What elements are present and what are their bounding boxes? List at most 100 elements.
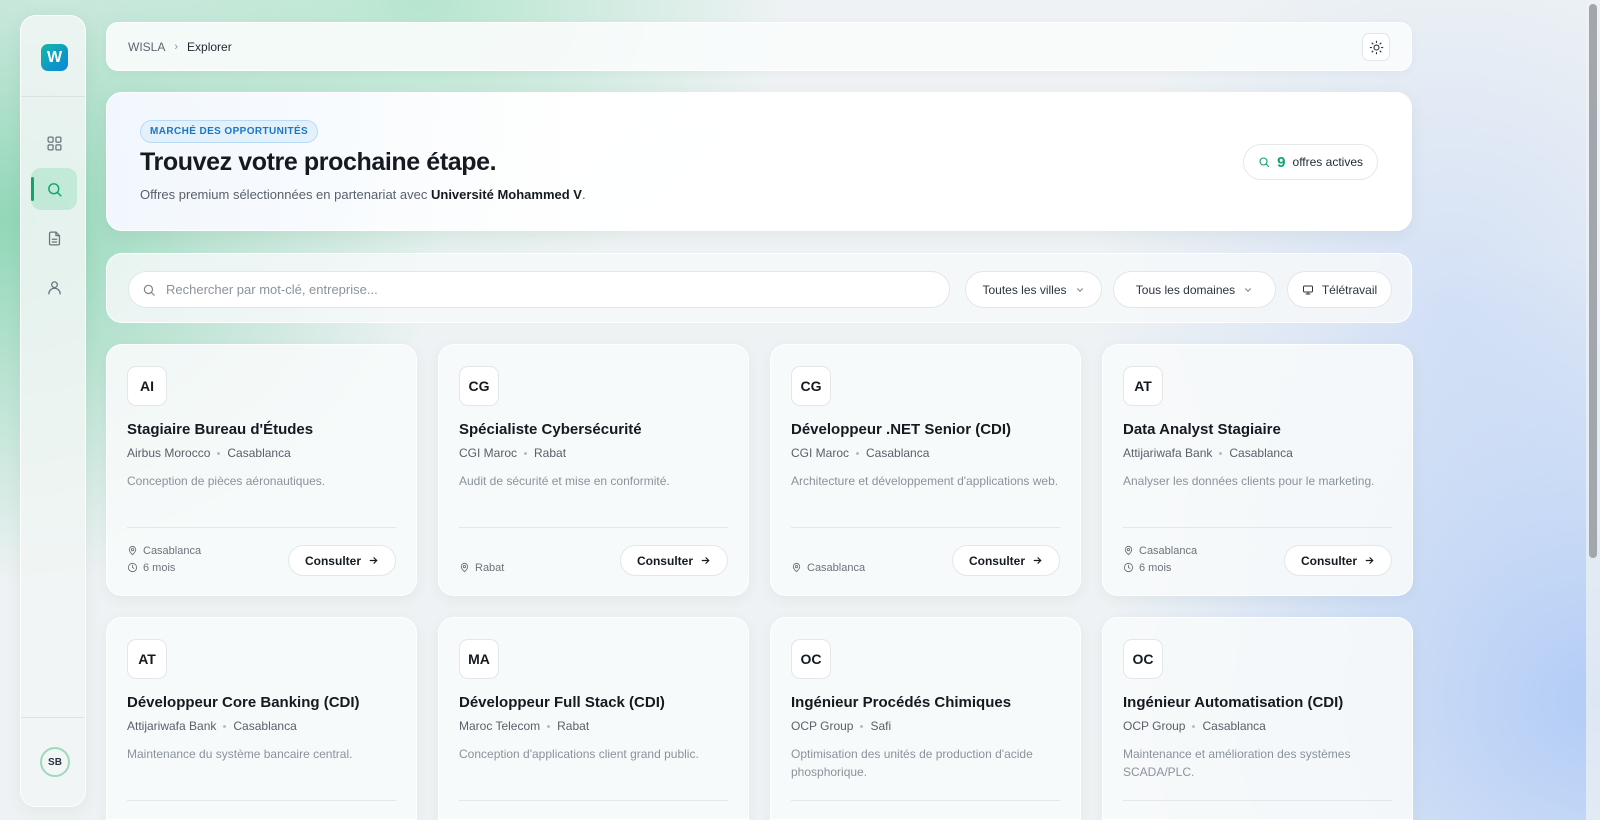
offer-title[interactable]: Développeur .NET Senior (CDI)	[791, 421, 1011, 438]
sidebar-item-dashboard[interactable]	[31, 122, 77, 164]
map-pin-icon	[792, 562, 801, 573]
offer-facts: Casablanca 6 mois	[127, 542, 201, 576]
chevron-down-icon	[1076, 287, 1083, 292]
card-divider	[791, 800, 1060, 801]
offer-city: Casablanca	[233, 719, 297, 733]
offer-description: Optimisation des unités de production d'…	[791, 747, 1033, 779]
search-box[interactable]	[128, 271, 950, 308]
offer-facts: Rabat	[459, 559, 504, 576]
offer-location-text: Casablanca	[143, 544, 202, 557]
grid-icon	[46, 135, 62, 151]
map-pin-icon	[128, 545, 137, 556]
page-subtitle: Offres premium sélectionnées en partenar…	[140, 187, 586, 202]
meta-separator	[856, 451, 860, 455]
sidebar-divider	[21, 96, 85, 97]
clock-icon	[127, 562, 138, 573]
city-filter-label: Toutes les villes	[982, 282, 1067, 297]
consult-button-label: Consulter	[636, 553, 693, 568]
active-offers-label: offres actives	[1292, 155, 1363, 169]
sidebar-item-applications[interactable]	[31, 217, 77, 259]
offer-description: Analyser les données clients pour le mar…	[1123, 474, 1375, 488]
user-icon	[47, 280, 61, 295]
offer-company: CGI Maroc	[459, 446, 518, 460]
offer-company: Attijariwafa Bank	[127, 719, 217, 733]
app-logo[interactable]: W	[41, 44, 68, 71]
offer-title[interactable]: Développeur Full Stack (CDI)	[459, 694, 665, 711]
offer-city: Casablanca	[227, 446, 291, 460]
scrollbar-thumb[interactable]	[1589, 4, 1597, 558]
offer-facts: Casablanca	[791, 559, 865, 576]
offer-company: Airbus Morocco	[127, 446, 211, 460]
offer-card[interactable]: MA Développeur Full Stack (CDI) Maroc Te…	[438, 617, 749, 820]
page-title: Trouvez votre prochaine étape.	[140, 148, 497, 176]
offer-card[interactable]: AT Data Analyst Stagiaire Attijariwafa B…	[1102, 344, 1413, 596]
offer-company: OCP Group	[791, 719, 854, 733]
consult-button[interactable]: Consulter	[951, 545, 1060, 576]
company-logo: OC	[1123, 639, 1163, 679]
offer-city: Casablanca	[1202, 719, 1266, 733]
sidebar-divider	[21, 717, 85, 718]
offer-facts: Casablanca 6 mois	[1123, 542, 1197, 576]
breadcrumb: WISLA › Explorer	[128, 40, 232, 54]
consult-button[interactable]: Consulter	[287, 545, 396, 576]
remote-filter-toggle[interactable]: Télétravail	[1287, 271, 1392, 308]
offer-description: Maintenance et amélioration des systèmes…	[1123, 747, 1351, 779]
theme-toggle-button[interactable]	[1362, 33, 1390, 61]
offer-location: Casablanca	[791, 559, 865, 576]
offer-card[interactable]: OC Ingénieur Automatisation (CDI) OCP Gr…	[1102, 617, 1413, 820]
consult-button[interactable]: Consulter	[1283, 545, 1392, 576]
offer-duration-text: 6 mois	[143, 561, 176, 574]
offer-title[interactable]: Spécialiste Cybersécurité	[459, 421, 642, 438]
consult-button-label: Consulter	[1300, 553, 1357, 568]
monitor-icon	[1302, 285, 1313, 294]
offer-title[interactable]: Data Analyst Stagiaire	[1123, 421, 1281, 438]
company-logo: AT	[127, 639, 167, 679]
company-logo: CG	[459, 366, 499, 406]
search-icon	[143, 284, 155, 296]
consult-button[interactable]: Consulter	[619, 545, 728, 576]
remote-filter-label: Télétravail	[1321, 282, 1378, 297]
card-divider	[791, 527, 1060, 528]
offer-city: Casablanca	[1229, 446, 1293, 460]
offer-duration: 6 mois	[127, 559, 201, 576]
page-scrollbar[interactable]	[1586, 0, 1600, 820]
offer-city: Rabat	[534, 446, 567, 460]
offer-card[interactable]: CG Développeur .NET Senior (CDI) CGI Mar…	[770, 344, 1081, 596]
offer-meta: OCP Group Casablanca	[1123, 719, 1266, 733]
offer-title[interactable]: Développeur Core Banking (CDI)	[127, 694, 360, 711]
card-divider	[459, 800, 728, 801]
company-logo: AT	[1123, 366, 1163, 406]
hero-panel: MARCHÉ DES OPPORTUNITÉS Trouvez votre pr…	[106, 92, 1412, 231]
offer-title[interactable]: Ingénieur Procédés Chimiques	[791, 694, 1011, 711]
company-logo: AI	[127, 366, 167, 406]
breadcrumb-root[interactable]: WISLA	[128, 40, 165, 54]
filter-bar: Toutes les villes Tous les domaines Télé…	[106, 253, 1412, 323]
card-divider	[459, 527, 728, 528]
active-offers-count: 9	[1277, 153, 1286, 171]
offer-description: Conception de pièces aéronautiques.	[127, 474, 326, 488]
offer-card[interactable]: AT Développeur Core Banking (CDI) Attija…	[106, 617, 417, 820]
meta-separator	[524, 451, 528, 455]
company-logo: OC	[791, 639, 831, 679]
offer-city: Safi	[870, 719, 892, 733]
search-input[interactable]	[166, 282, 926, 297]
offer-meta: OCP Group Safi	[791, 719, 891, 733]
domain-filter-dropdown[interactable]: Tous les domaines	[1113, 271, 1276, 308]
offer-location-text: Rabat	[475, 561, 505, 574]
offer-title[interactable]: Stagiaire Bureau d'Études	[127, 421, 313, 438]
offer-card[interactable]: AI Stagiaire Bureau d'Études Airbus Moro…	[106, 344, 417, 596]
sidebar-item-profile[interactable]	[31, 266, 77, 308]
card-divider	[1123, 800, 1392, 801]
offer-card[interactable]: CG Spécialiste Cybersécurité CGI Maroc Ra…	[438, 344, 749, 596]
offer-meta: Attijariwafa Bank Casablanca	[127, 719, 297, 733]
city-filter-dropdown[interactable]: Toutes les villes	[965, 271, 1102, 308]
meta-separator	[217, 451, 221, 455]
search-icon	[1259, 157, 1270, 168]
offer-card[interactable]: OC Ingénieur Procédés Chimiques OCP Grou…	[770, 617, 1081, 820]
avatar[interactable]: SB	[40, 747, 70, 777]
offer-title[interactable]: Ingénieur Automatisation (CDI)	[1123, 694, 1343, 711]
sidebar-item-explorer[interactable]	[31, 168, 77, 210]
offer-city: Casablanca	[866, 446, 930, 460]
meta-separator	[1219, 451, 1223, 455]
meta-separator	[547, 724, 551, 728]
